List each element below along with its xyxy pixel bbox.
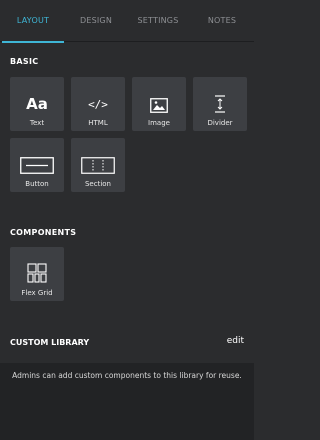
section-tile[interactable]: Section [71,138,125,192]
html-tile[interactable]: </> HTML [71,77,125,131]
image-icon [150,83,168,113]
tab-settings[interactable]: SETTINGS [126,0,190,42]
image-tile[interactable]: Image [132,77,186,131]
html-tile-label: HTML [88,119,108,127]
text-tile-label: Text [29,119,45,127]
code-glyph: </> [88,98,108,111]
edit-library-link[interactable]: edit [227,336,244,346]
tab-layout[interactable]: LAYOUT [0,0,66,43]
tab-bar: LAYOUT DESIGN SETTINGS NOTES [0,0,254,43]
flex-grid-icon [27,253,47,283]
text-tile[interactable]: Aa Text [10,77,64,131]
image-tile-label: Image [148,119,170,127]
button-icon [20,144,54,174]
code-icon: </> [88,83,108,113]
custom-library-title: CUSTOM LIBRARY [10,338,90,347]
custom-library-message: Admins can add custom components to this… [12,371,242,380]
text-icon: Aa [26,83,48,113]
components-section-title: COMPONENTS [10,228,77,237]
button-tile[interactable]: Button [10,138,64,192]
flex-grid-tile-label: Flex Grid [21,289,53,297]
tab-design[interactable]: DESIGN [66,0,126,42]
button-tile-label: Button [25,180,49,188]
divider-tile-label: Divider [207,119,233,127]
divider-icon [214,83,226,113]
basic-section-title: BASIC [10,57,39,66]
divider-tile[interactable]: Divider [193,77,247,131]
text-glyph: Aa [26,95,48,113]
tab-notes[interactable]: NOTES [190,0,254,42]
flex-grid-tile[interactable]: Flex Grid [10,247,64,301]
section-tile-label: Section [84,180,111,188]
section-icon [81,144,115,174]
